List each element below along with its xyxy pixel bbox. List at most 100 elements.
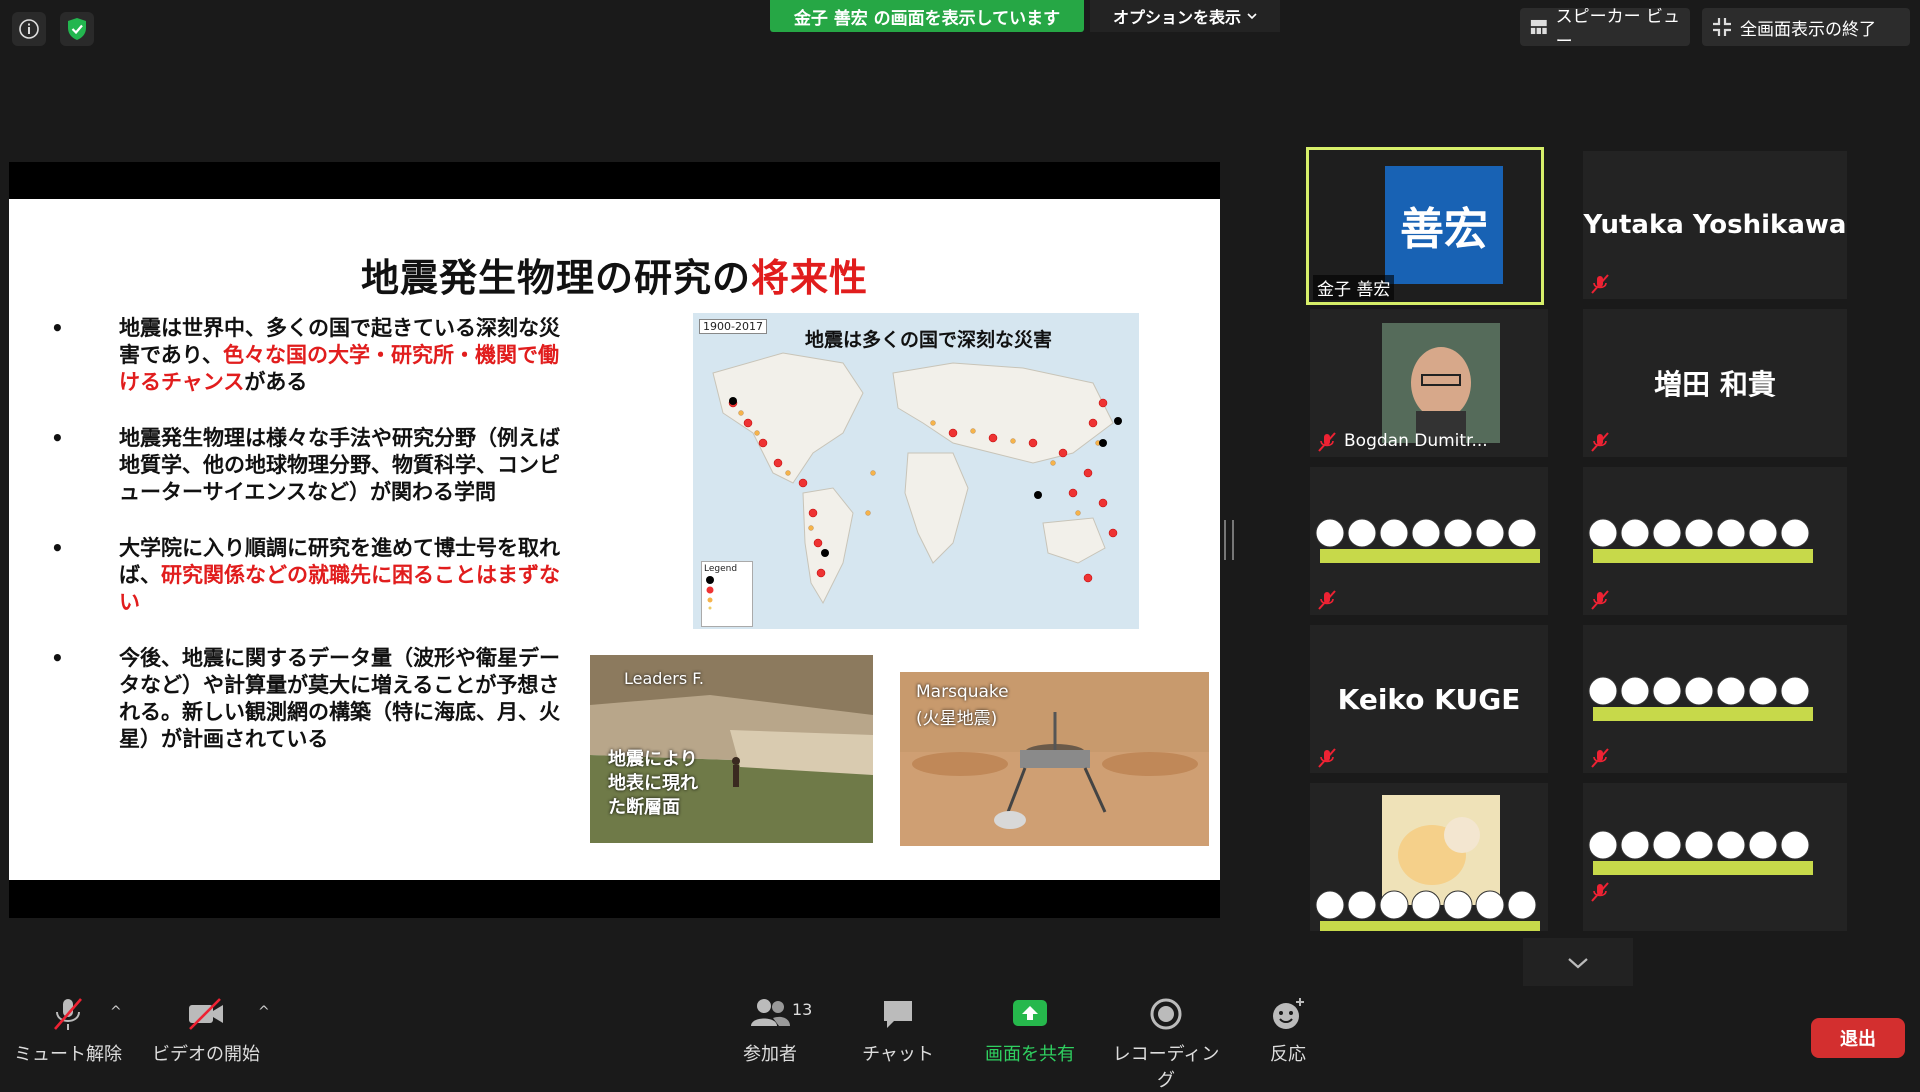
speaker-view-button[interactable]: スピーカー ビュー	[1520, 7, 1690, 52]
gallery-collapse-button[interactable]	[1523, 938, 1633, 988]
chevron-down-icon	[1568, 958, 1588, 969]
participant-tile[interactable]: Bogdan Dumitr...	[1310, 309, 1548, 457]
participant-tile[interactable]	[1310, 783, 1548, 931]
emoji-plus-icon	[1273, 998, 1304, 1029]
chat-label: チャット	[862, 1044, 934, 1065]
start-video-label: ビデオの開始	[152, 1044, 260, 1065]
muted-mic-icon	[1591, 274, 1609, 294]
muted-mic-icon	[1591, 590, 1609, 610]
reactions-button[interactable]: 反応	[1228, 996, 1348, 1066]
participant-name: 増田 和貴	[1654, 368, 1776, 401]
video-options-caret[interactable]: ^	[258, 1004, 270, 1020]
participant-name: Yutaka Yoshikawa	[1583, 210, 1847, 240]
slide-title: 地震発生物理の研究の将来性	[9, 247, 1220, 302]
chevron-down-icon	[1247, 13, 1257, 20]
exit-fullscreen-button[interactable]: 全画面表示の終了	[1702, 8, 1910, 46]
fault-photo-caption-line1: 地震により	[608, 749, 698, 770]
bullet-dot: •	[51, 536, 64, 560]
muted-mic-icon	[1591, 748, 1609, 768]
participant-tile[interactable]	[1310, 467, 1548, 615]
world-map-graphic	[712, 352, 1122, 605]
fault-photo-caption-line2: 地表に現れ	[608, 773, 698, 794]
participant-tile[interactable]: Yutaka Yoshikawa	[1583, 151, 1847, 299]
bullet-text: 今後、地震に関するデータ量（波形や衛星データなど）や計算量が莫大に増えることが予…	[119, 646, 560, 751]
panda-reaction-overlay	[1315, 890, 1540, 931]
start-video-button[interactable]: ビデオの開始	[146, 996, 266, 1066]
recording-label: レコーディング	[1112, 1044, 1220, 1091]
meeting-toolbar: ミュート解除 ^ ビデオの開始 ^ 13 参加者 チャット 画面を共有 レコーデ…	[0, 986, 1920, 1091]
bullet-3: • 大学院に入り順調に研究を進めて博士号を取れば、研究関係などの就職先に困ること…	[51, 535, 571, 616]
participants-button[interactable]: 13 参加者	[710, 996, 830, 1066]
participant-name-label: 金子 善宏	[1313, 275, 1395, 300]
video-off-icon	[189, 998, 223, 1030]
share-screen-icon	[1013, 1000, 1047, 1026]
exit-fullscreen-label: 全画面表示の終了	[1740, 19, 1876, 40]
participants-label: 参加者	[743, 1044, 797, 1065]
fault-photo-credit: Leaders F.	[624, 669, 704, 688]
record-icon	[1150, 998, 1182, 1030]
participant-tile[interactable]	[1583, 467, 1847, 615]
panda-reaction-overlay	[1588, 518, 1813, 563]
mars-lander-photo: Marsquake (火星地震)	[900, 672, 1209, 846]
shield-check-icon	[68, 18, 86, 40]
bullet-1: • 地震は世界中、多くの国で起きている深刻な災害であり、色々な国の大学・研究所・…	[51, 315, 571, 396]
map-legend-title: Legend	[704, 564, 738, 574]
participant-tile-active-speaker[interactable]: 善宏 金子 善宏	[1306, 147, 1544, 305]
bullet-text: 地震発生物理は様々な手法や研究分野（例えば地質学、他の地球物理分野、物質科学、コ…	[119, 426, 560, 504]
recording-button[interactable]: レコーディング	[1106, 996, 1226, 1092]
participant-tile[interactable]: 増田 和貴	[1583, 309, 1847, 457]
share-screen-label: 画面を共有	[985, 1044, 1075, 1065]
mars-photo-caption-line1: Marsquake	[916, 682, 1009, 702]
bullet-highlight: 研究関係などの就職先に困ることはまずない	[119, 563, 560, 614]
panda-reaction-overlay	[1588, 830, 1813, 875]
mars-photo-caption-line2: (火星地震)	[916, 709, 998, 729]
participant-avatar: 善宏	[1385, 166, 1503, 284]
exit-fullscreen-icon	[1713, 18, 1731, 36]
panda-reaction-overlay	[1315, 518, 1540, 563]
participant-photo	[1382, 323, 1500, 443]
view-options-label: オプションを表示	[1112, 8, 1241, 27]
leave-meeting-button[interactable]: 退出	[1811, 1018, 1905, 1058]
bullet-dot: •	[51, 426, 64, 450]
bullet-dot: •	[51, 316, 64, 340]
share-screen-button[interactable]: 画面を共有	[970, 996, 1090, 1066]
bullet-dot: •	[51, 646, 64, 670]
participant-name: Keiko KUGE	[1337, 682, 1521, 716]
bullet-2: • 地震発生物理は様々な手法や研究分野（例えば地質学、他の地球物理分野、物質科学…	[51, 425, 571, 506]
muted-mic-icon	[1318, 590, 1336, 610]
map-year-range: 1900-2017	[699, 319, 767, 334]
muted-mic-icon	[1318, 432, 1336, 452]
participant-tile[interactable]: Keiko KUGE	[1310, 625, 1548, 773]
participant-tile[interactable]	[1583, 625, 1847, 773]
map-caption: 地震は多くの国で深刻な災害	[805, 329, 1053, 351]
bullet-4: • 今後、地震に関するデータ量（波形や衛星データなど）や計算量が莫大に増えること…	[51, 645, 571, 753]
muted-mic-icon	[1591, 432, 1609, 452]
audio-options-caret[interactable]: ^	[110, 1004, 122, 1020]
presentation-slide: 地震発生物理の研究の将来性 • 地震は世界中、多くの国で起きている深刻な災害であ…	[9, 199, 1220, 880]
panda-reaction-overlay	[1588, 676, 1813, 721]
unmute-label: ミュート解除	[14, 1044, 122, 1065]
panel-resize-handle[interactable]	[1224, 520, 1234, 560]
slide-title-main: 地震発生物理の研究の	[360, 256, 751, 300]
grid-view-icon	[1530, 19, 1547, 35]
participant-name-label: Bogdan Dumitr...	[1344, 431, 1488, 451]
slide-title-highlight: 将来性	[751, 256, 869, 300]
security-button[interactable]	[60, 12, 94, 46]
map-legend-swatches	[706, 576, 714, 610]
info-button[interactable]	[12, 12, 46, 46]
view-options-button[interactable]: オプションを表示	[1090, 0, 1280, 32]
earthquake-world-map: 1900-2017 地震は多くの国で深刻な災害 Legend	[693, 313, 1139, 629]
fault-photo-caption-line3: た断層面	[608, 797, 680, 818]
avatar-text: 善宏	[1400, 204, 1488, 255]
bullet-text-end: がある	[244, 370, 308, 394]
speaker-view-label: スピーカー ビュー	[1555, 7, 1680, 52]
chat-button[interactable]: チャット	[838, 996, 958, 1066]
info-icon	[19, 19, 39, 39]
participant-tile[interactable]	[1583, 783, 1847, 931]
fault-photo: Leaders F. 地震により 地表に現れ た断層面	[590, 655, 873, 843]
screen-share-banner: 金子 善宏 の画面を表示しています	[770, 0, 1084, 32]
muted-mic-icon	[1318, 748, 1336, 768]
participants-count: 13	[792, 1000, 813, 1019]
muted-mic-icon	[1591, 882, 1609, 902]
reactions-label: 反応	[1270, 1044, 1306, 1065]
